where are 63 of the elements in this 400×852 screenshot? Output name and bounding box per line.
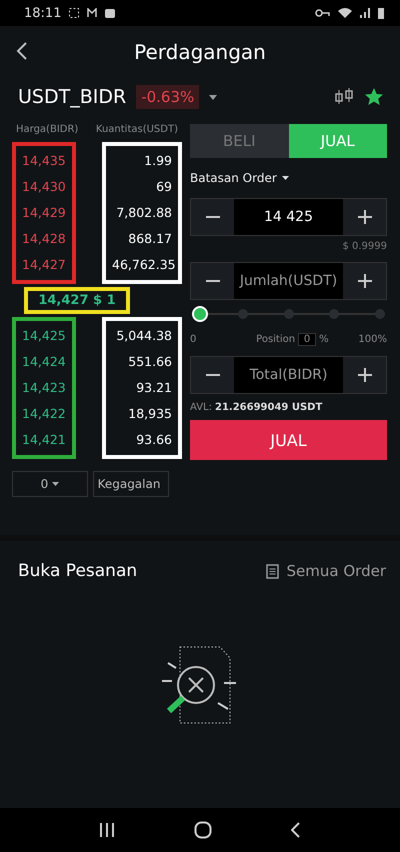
status-time: 18:11 (24, 6, 62, 20)
position-field[interactable]: 0 (298, 332, 316, 346)
ask-price: 14,428 (22, 230, 66, 248)
slider-thumb[interactable] (192, 306, 208, 322)
message-icon (105, 8, 116, 18)
section-title: Buka Pesanan (18, 561, 138, 581)
bid-price: 14,423 (22, 379, 66, 397)
price-change: -0.63% (136, 85, 200, 109)
recent-apps-icon[interactable] (99, 823, 116, 837)
view-dropdown[interactable]: Kegagalan (93, 471, 169, 497)
star-icon[interactable] (364, 87, 384, 107)
column-heading: Kuantitas(USDT) (96, 124, 178, 137)
ask-price: 14,429 (22, 204, 66, 222)
precision-dropdown[interactable]: 0 (12, 471, 88, 497)
ask-quantity: 7,802.88 (115, 204, 172, 222)
page-title: Perdagangan (134, 40, 266, 64)
ask-quantity: 868.17 (127, 230, 172, 248)
available-balance: 21.26699049 USDT (214, 402, 322, 412)
all-orders-link[interactable]: Semua Order (286, 562, 386, 580)
bid-price: 14,421 (22, 431, 66, 449)
candlestick-chart-icon[interactable] (334, 88, 354, 106)
back-icon (16, 40, 28, 60)
step-dot (329, 309, 340, 319)
bid-quantity: 5,044.38 (115, 327, 172, 345)
ask-quantity: 1.99 (143, 152, 172, 170)
last-price: 14,427 $ 1 (24, 287, 130, 314)
caret-icon (52, 482, 60, 486)
mail-icon (87, 8, 98, 18)
step-dot (284, 309, 294, 319)
bid-quantity: 93.66 (135, 431, 172, 449)
order-type-dropdown[interactable]: Batasan Order (190, 171, 289, 185)
key-icon (315, 9, 330, 17)
step-dot (375, 309, 385, 319)
caret-icon[interactable] (209, 94, 218, 100)
step-dot (238, 309, 248, 319)
document-icon[interactable] (266, 564, 279, 578)
ask-quantity: 46,762.35 (112, 256, 172, 274)
available-label: AVL: (190, 402, 212, 412)
slider-min: 0 (190, 334, 196, 344)
ask-quantity: 69 (155, 178, 172, 196)
screenshot-icon (69, 8, 80, 18)
ask-price: 14,427 (22, 256, 66, 274)
wifi-icon (338, 8, 352, 18)
position-label: Position (256, 334, 296, 344)
ask-price: 14,435 (22, 152, 66, 170)
ask-price: 14,430 (22, 178, 66, 196)
bid-quantity: 18,935 (127, 405, 172, 423)
signal-icon (360, 8, 370, 18)
column-heading: Harga(BIDR) (16, 124, 78, 137)
bid-price: 14,424 (22, 353, 66, 371)
bid-quantity: 93.21 (135, 379, 172, 397)
caret-icon (282, 176, 289, 180)
slider-max: 100% (358, 334, 387, 344)
pair-symbol[interactable]: USDT_BIDR (18, 86, 126, 108)
bid-quantity: 551.66 (127, 353, 172, 371)
usd-price: $ 0.9999 (342, 241, 387, 252)
sell-button[interactable]: JUAL (190, 420, 387, 460)
bid-price: 14,425 (22, 327, 66, 345)
battery-icon (378, 8, 384, 18)
percent-sign: % (319, 334, 329, 344)
back-icon[interactable] (290, 822, 301, 838)
bid-price: 14,422 (22, 405, 66, 423)
home-icon[interactable] (194, 821, 212, 839)
